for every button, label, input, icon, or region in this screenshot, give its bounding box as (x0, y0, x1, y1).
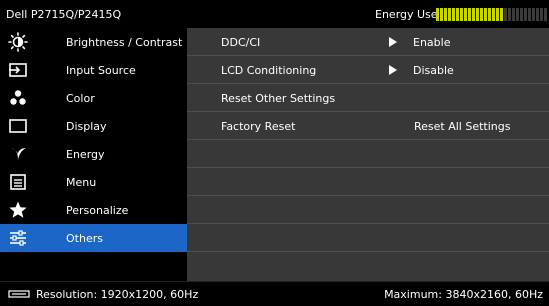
main-menu: Brightness / Contrast Input Source Color… (0, 28, 187, 281)
energy-meter-segment (472, 8, 475, 21)
menu-item-input-source[interactable]: Input Source (0, 56, 187, 84)
model-name: Dell P2715Q/P2415Q (6, 8, 122, 21)
settings-panel: DDC/CI Enable LCD Conditioning Disable R… (187, 28, 549, 281)
energy-meter-segment (492, 8, 495, 21)
setting-row-factory-reset[interactable]: Factory Reset Reset All Settings (187, 112, 549, 140)
cable-icon (8, 289, 30, 299)
energy-meter-segment (528, 8, 531, 21)
energy-meter-segment (452, 8, 455, 21)
energy-meter-segment (480, 8, 483, 21)
menu-item-color[interactable]: Color (0, 84, 187, 112)
setting-label: LCD Conditioning (221, 64, 317, 77)
setting-label: DDC/CI (221, 36, 261, 49)
play-arrow-icon (389, 65, 397, 75)
osd-footer: Resolution: 1920x1200, 60Hz Maximum: 384… (0, 281, 549, 306)
others-icon (8, 228, 28, 248)
energy-meter-segment (496, 8, 499, 21)
menu-item-personalize[interactable]: Personalize (0, 196, 187, 224)
setting-label: Reset Other Settings (221, 92, 336, 105)
menu-item-label: Personalize (66, 204, 129, 217)
menu-item-label: Energy (66, 148, 105, 161)
menu-item-label: Display (66, 120, 107, 133)
setting-row-lcd-conditioning[interactable]: LCD Conditioning Disable (187, 56, 549, 84)
energy-meter-segment (500, 8, 503, 21)
energy-use-meter (436, 8, 547, 21)
setting-value: Enable (413, 36, 451, 49)
energy-icon (8, 144, 28, 164)
star-icon (8, 200, 28, 220)
setting-row-empty (187, 196, 549, 224)
setting-value: Disable (413, 64, 454, 77)
brightness-icon (8, 32, 28, 52)
maximum-resolution-text: Maximum: 3840x2160, 60Hz (384, 288, 543, 301)
menu-item-label: Input Source (66, 64, 136, 77)
menu-item-energy[interactable]: Energy (0, 140, 187, 168)
setting-row-empty (187, 168, 549, 196)
energy-meter-segment (460, 8, 463, 21)
menu-item-menu[interactable]: Menu (0, 168, 187, 196)
energy-meter-segment (444, 8, 447, 21)
energy-meter-segment (436, 8, 439, 21)
energy-meter-segment (488, 8, 491, 21)
setting-row-empty (187, 252, 549, 280)
energy-meter-segment (544, 8, 547, 21)
resolution-text: Resolution: 1920x1200, 60Hz (36, 288, 199, 301)
energy-meter-segment (484, 8, 487, 21)
display-icon (8, 116, 28, 136)
energy-meter-segment (516, 8, 519, 21)
menu-item-label: Color (66, 92, 95, 105)
menu-item-label: Others (66, 232, 103, 245)
energy-meter-segment (520, 8, 523, 21)
energy-meter-segment (536, 8, 539, 21)
setting-row-ddc-ci[interactable]: DDC/CI Enable (187, 28, 549, 56)
setting-label: Factory Reset (221, 120, 296, 133)
play-arrow-icon (389, 37, 397, 47)
energy-meter-segment (532, 8, 535, 21)
energy-meter-segment (440, 8, 443, 21)
energy-use-label: Energy Use (375, 8, 438, 21)
setting-value: Reset All Settings (414, 120, 511, 133)
menu-icon (8, 172, 28, 192)
menu-item-others[interactable]: Others (0, 224, 187, 252)
menu-item-label: Brightness / Contrast (66, 36, 183, 49)
energy-meter-segment (508, 8, 511, 21)
energy-meter-segment (476, 8, 479, 21)
energy-meter-segment (448, 8, 451, 21)
osd-header: Dell P2715Q/P2415Q Energy Use (0, 0, 549, 28)
energy-meter-segment (540, 8, 543, 21)
menu-item-brightness-contrast[interactable]: Brightness / Contrast (0, 28, 187, 56)
setting-row-reset-other-settings[interactable]: Reset Other Settings (187, 84, 549, 112)
energy-meter-segment (468, 8, 471, 21)
osd-window: Dell P2715Q/P2415Q Energy Use Brightness… (0, 0, 549, 306)
menu-item-display[interactable]: Display (0, 112, 187, 140)
energy-meter-segment (524, 8, 527, 21)
menu-item-label: Menu (66, 176, 97, 189)
energy-meter-segment (504, 8, 507, 21)
color-icon (8, 88, 28, 108)
energy-meter-segment (456, 8, 459, 21)
energy-meter-segment (464, 8, 467, 21)
setting-row-empty (187, 224, 549, 252)
setting-row-empty (187, 140, 549, 168)
energy-meter-segment (512, 8, 515, 21)
input-source-icon (8, 60, 28, 80)
